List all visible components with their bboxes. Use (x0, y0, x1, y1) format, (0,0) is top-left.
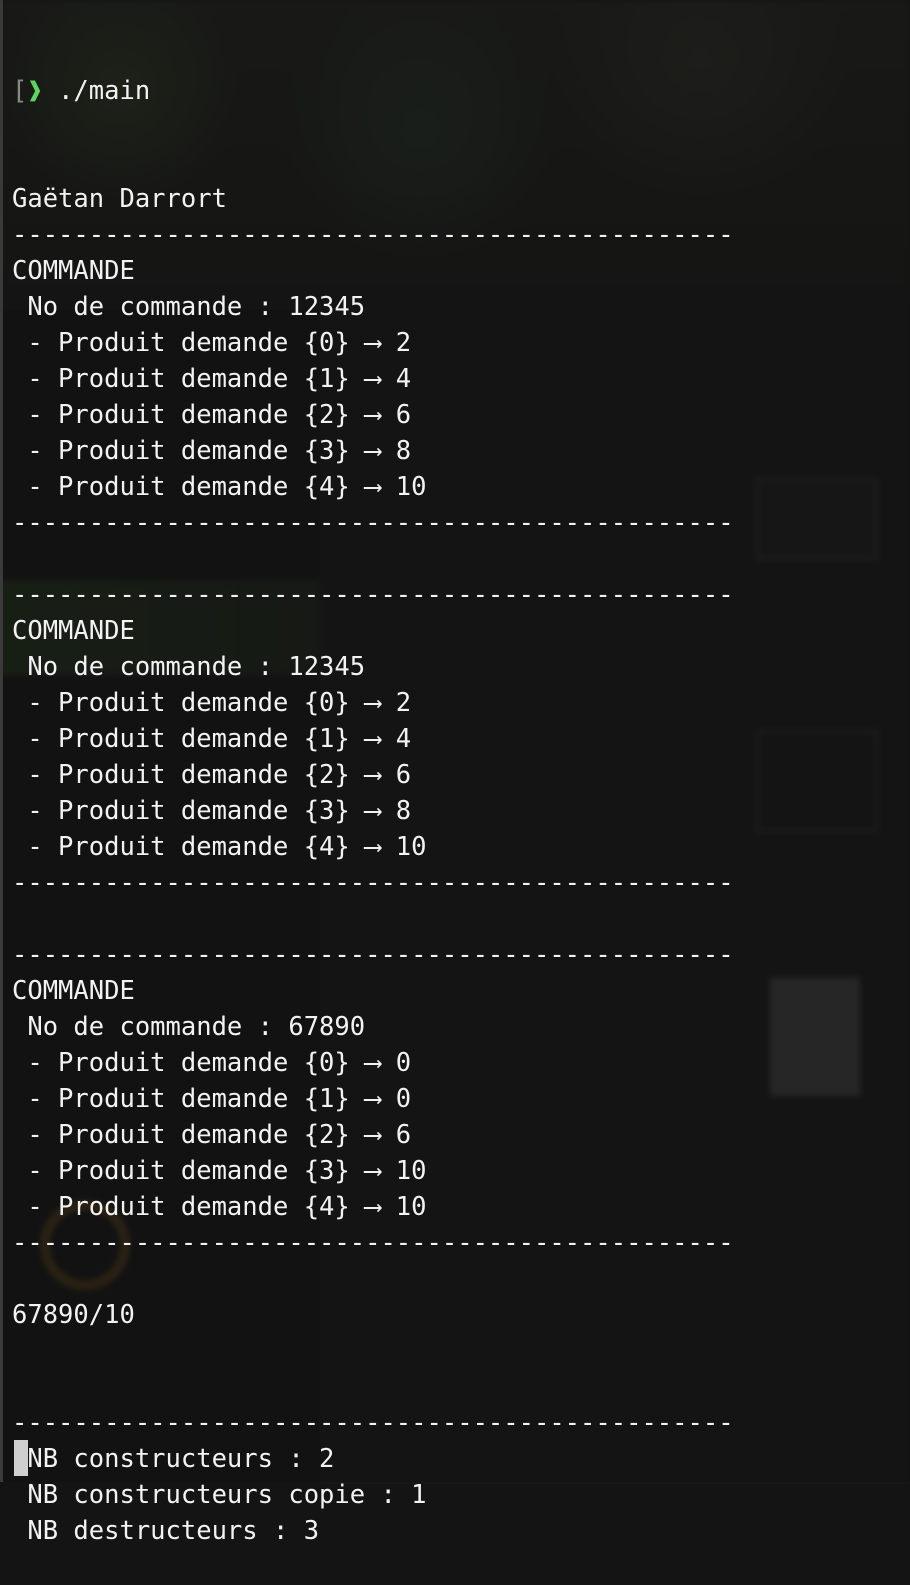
output-line: - Produit demande {0} ⟶ 0 (12, 1048, 412, 1078)
output-line: ----------------------------------------… (12, 508, 734, 538)
output-line: - Produit demande {2} ⟶ 6 (12, 400, 412, 430)
terminal-cursor (14, 1440, 28, 1476)
prompt-line: [❱ ./main (12, 73, 910, 109)
prompt-arrow-icon: ❱ (27, 76, 43, 106)
output-line: COMMANDE (12, 256, 135, 286)
output-line: - Produit demande {2} ⟶ 6 (12, 760, 412, 790)
window-edge (0, 0, 3, 1482)
output-line: ----------------------------------------… (12, 868, 734, 898)
output-line: - Produit demande {1} ⟶ 4 (12, 724, 412, 754)
terminal-output[interactable]: [❱ ./main Gaëtan Darrort ----------------… (12, 1, 910, 1585)
output-line: - Produit demande {4} ⟶ 10 (12, 472, 427, 502)
output-line: ----------------------------------------… (12, 1228, 734, 1258)
output-line: NB constructeurs copie : 1 (12, 1480, 427, 1510)
output-line: - Produit demande {0} ⟶ 2 (12, 328, 412, 358)
prompt-command: ./main (42, 76, 151, 106)
output-line: COMMANDE (12, 976, 135, 1006)
output-line: - Produit demande {0} ⟶ 2 (12, 688, 412, 718)
output-line: COMMANDE (12, 616, 135, 646)
output-line: - Produit demande {3} ⟶ 8 (12, 436, 412, 466)
output-line: - Produit demande {1} ⟶ 4 (12, 364, 412, 394)
output-line: No de commande : 12345 (12, 292, 366, 322)
output-line: No de commande : 12345 (12, 652, 366, 682)
output-line: - Produit demande {1} ⟶ 0 (12, 1084, 412, 1114)
output-line: ----------------------------------------… (12, 940, 734, 970)
output-lines: Gaëtan Darrort --------------------------… (12, 181, 910, 1549)
output-line: - Produit demande {3} ⟶ 8 (12, 796, 412, 826)
output-line: - Produit demande {4} ⟶ 10 (12, 1192, 427, 1222)
output-line: Gaëtan Darrort (12, 184, 227, 214)
output-line: - Produit demande {3} ⟶ 10 (12, 1156, 427, 1186)
output-line: ----------------------------------------… (12, 580, 734, 610)
output-line: - Produit demande {2} ⟶ 6 (12, 1120, 412, 1150)
output-line: NB destructeurs : 3 (12, 1516, 320, 1546)
output-line: 67890/10 (12, 1300, 135, 1330)
prompt-bracket: [ (12, 76, 28, 106)
output-line: - Produit demande {4} ⟶ 10 (12, 832, 427, 862)
output-line: No de commande : 67890 (12, 1012, 366, 1042)
output-line: NB constructeurs : 2 (12, 1444, 335, 1474)
output-line: ----------------------------------------… (12, 220, 734, 250)
output-line: ----------------------------------------… (12, 1408, 734, 1438)
